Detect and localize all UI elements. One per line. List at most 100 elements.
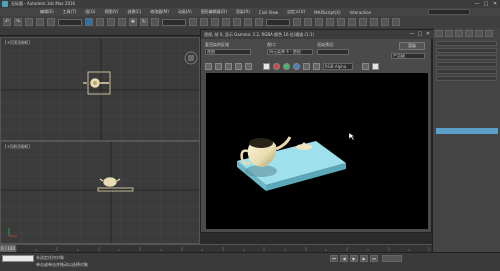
rectangle-selection-icon[interactable]: [107, 18, 115, 26]
menu-animation[interactable]: 动画(A): [178, 9, 192, 15]
print-image-icon[interactable]: [235, 62, 242, 70]
save-image-icon[interactable]: [205, 62, 212, 70]
menu-create[interactable]: 创建(C): [127, 9, 141, 15]
search-input[interactable]: [428, 9, 470, 15]
command-panel-row[interactable]: [436, 62, 497, 67]
reference-coord-select[interactable]: [162, 18, 186, 26]
close-icon[interactable]: ✕: [425, 31, 431, 37]
toggle-ui-icon[interactable]: [372, 62, 379, 70]
render-preset-select[interactable]: [317, 49, 349, 55]
selection-filter-select[interactable]: [58, 18, 82, 26]
close-icon[interactable]: ✕: [492, 1, 498, 7]
previous-frame-icon[interactable]: ◀: [340, 255, 348, 262]
go-to-start-icon[interactable]: ⏮: [330, 255, 338, 262]
undo-icon[interactable]: ↶: [3, 18, 11, 26]
hierarchy-tab-icon[interactable]: [455, 30, 463, 37]
menu-rendering[interactable]: 渲染(R): [236, 9, 250, 15]
next-frame-icon[interactable]: ▶: [360, 255, 368, 262]
keyboard-shortcut-icon[interactable]: [211, 18, 219, 26]
viewport-front-label[interactable]: [+][前][线框]: [5, 144, 30, 150]
viewport-front[interactable]: [+][前][线框]: [0, 141, 200, 244]
unlink-icon[interactable]: [36, 18, 44, 26]
layer-manager-icon[interactable]: [315, 18, 323, 26]
modify-tab-icon[interactable]: [445, 30, 453, 37]
bind-space-warp-icon[interactable]: [47, 18, 55, 26]
utilities-tab-icon[interactable]: [485, 30, 493, 37]
menu-modifiers[interactable]: 修改器(M): [150, 9, 169, 15]
clear-icon[interactable]: [245, 62, 252, 70]
menu-customize[interactable]: 自定义(U): [287, 9, 305, 15]
create-tab-icon[interactable]: [435, 30, 443, 37]
render-window-titlebar[interactable]: 透视, 帧 0, 显示 Gamma: 2.2, RGBA 颜色 16 位/通道 …: [201, 30, 433, 39]
maximize-icon[interactable]: □: [483, 1, 489, 7]
command-panel-row[interactable]: [436, 69, 497, 74]
pivot-icon[interactable]: [189, 18, 197, 26]
red-channel-icon[interactable]: [273, 62, 280, 70]
green-channel-icon[interactable]: [283, 62, 290, 70]
go-to-end-icon[interactable]: ⏭: [370, 255, 378, 262]
curve-editor-icon[interactable]: [337, 18, 345, 26]
percent-snap-icon[interactable]: [244, 18, 252, 26]
schematic-view-icon[interactable]: [348, 18, 356, 26]
menu-group[interactable]: 组(G): [85, 9, 95, 15]
minimize-icon[interactable]: —: [409, 31, 415, 37]
command-panel-row[interactable]: [436, 41, 497, 46]
menu-tools[interactable]: 工具(T): [63, 9, 77, 15]
render-setup-icon[interactable]: [370, 18, 378, 26]
maximize-icon[interactable]: □: [417, 31, 423, 37]
named-selection-select[interactable]: [266, 18, 290, 26]
mirror-icon[interactable]: [293, 18, 301, 26]
link-icon[interactable]: [25, 18, 33, 26]
time-slider[interactable]: 0 / 100: [0, 245, 16, 252]
motion-tab-icon[interactable]: [465, 30, 473, 37]
play-icon[interactable]: ▶: [350, 255, 358, 262]
menu-views[interactable]: 视图(V): [104, 9, 118, 15]
object-type-header[interactable]: [436, 128, 498, 134]
command-panel-row[interactable]: [436, 48, 497, 53]
menu-interaction[interactable]: Interaction: [350, 10, 372, 15]
rendered-frame-window-icon[interactable]: [381, 18, 389, 26]
viewport-top-label[interactable]: [+][顶][线框]: [5, 40, 30, 46]
command-panel-row[interactable]: [436, 55, 497, 60]
render-production-icon[interactable]: [392, 18, 400, 26]
scale-icon[interactable]: [151, 18, 159, 26]
align-icon[interactable]: [304, 18, 312, 26]
snaps-toggle-icon[interactable]: [222, 18, 230, 26]
monochrome-icon[interactable]: [313, 62, 320, 70]
maxscript-listener-input[interactable]: [2, 255, 34, 262]
menu-civil-view[interactable]: Civil View: [259, 10, 278, 15]
angle-snap-icon[interactable]: [233, 18, 241, 26]
material-editor-icon[interactable]: [359, 18, 367, 26]
viewport-select[interactable]: 四元菜单 4 - 透视: [267, 49, 313, 55]
render-button[interactable]: 渲染: [399, 42, 425, 50]
select-manipulate-icon[interactable]: [200, 18, 208, 26]
toggle-ui-overlay-icon[interactable]: [362, 62, 369, 70]
app-icon[interactable]: [2, 1, 8, 7]
rendered-image: [206, 73, 428, 229]
auto-key-button[interactable]: [382, 255, 402, 262]
blue-channel-icon[interactable]: [293, 62, 300, 70]
menu-edit[interactable]: 编辑(E): [40, 9, 54, 15]
graphite-icon[interactable]: [326, 18, 334, 26]
clone-window-icon[interactable]: [225, 62, 232, 70]
copy-image-icon[interactable]: [215, 62, 222, 70]
display-swatch-icon[interactable]: [263, 62, 270, 70]
menu-graph-editors[interactable]: 图形编辑器(D): [201, 9, 227, 15]
spinner-snap-icon[interactable]: [255, 18, 263, 26]
move-icon[interactable]: ✥: [129, 18, 137, 26]
timeline[interactable]: 0 / 100: [0, 244, 432, 252]
select-object-icon[interactable]: [85, 18, 93, 26]
minimize-icon[interactable]: —: [474, 1, 480, 7]
window-crossing-icon[interactable]: [118, 18, 126, 26]
area-to-render-select[interactable]: 视图: [205, 49, 251, 55]
viewport-top[interactable]: [+][顶][线框]: [0, 37, 200, 141]
channel-display-select[interactable]: RGB Alpha: [323, 62, 353, 70]
rotate-icon[interactable]: ↻: [140, 18, 148, 26]
command-panel-row[interactable]: [436, 76, 497, 81]
display-tab-icon[interactable]: [475, 30, 483, 37]
production-select[interactable]: 产品级: [391, 53, 425, 59]
redo-icon[interactable]: ↷: [14, 18, 22, 26]
select-by-name-icon[interactable]: [96, 18, 104, 26]
alpha-channel-icon[interactable]: [303, 62, 310, 70]
menu-maxscript[interactable]: MAXScript(X): [314, 10, 340, 15]
